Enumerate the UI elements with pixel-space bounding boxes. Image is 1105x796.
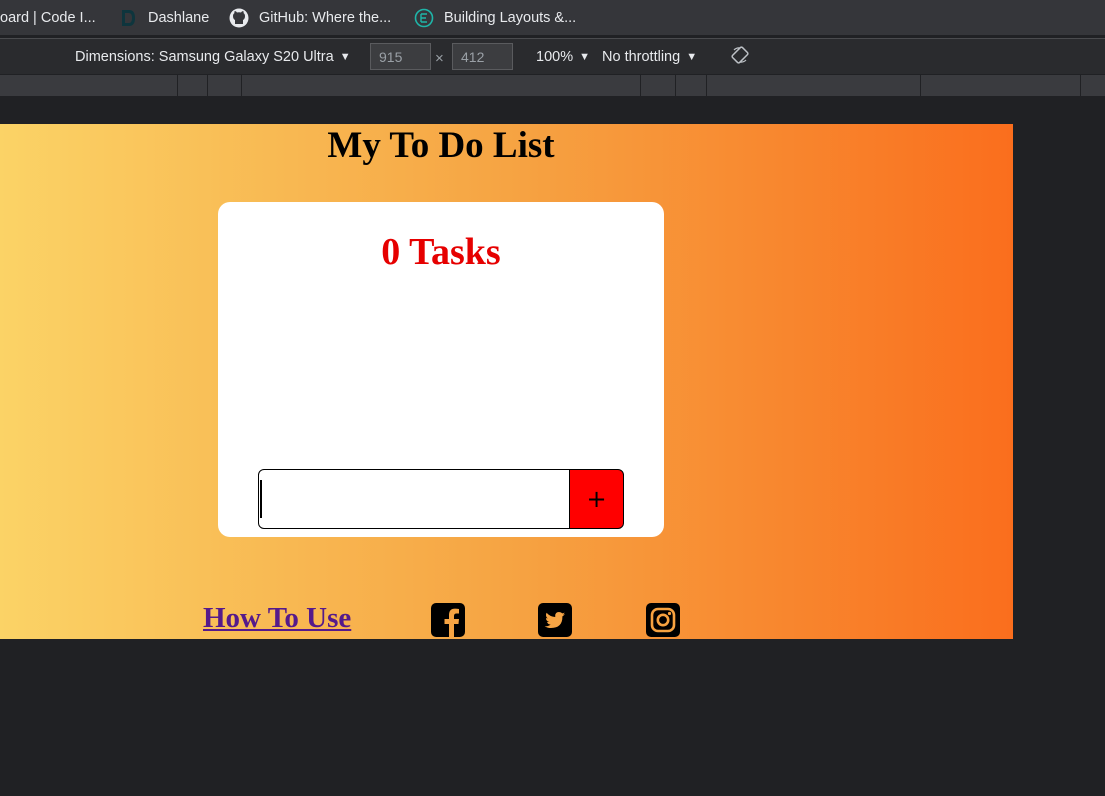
- todo-card: 0 Tasks +: [218, 202, 664, 537]
- task-input[interactable]: [258, 469, 570, 529]
- how-to-use-link[interactable]: How To Use: [203, 602, 351, 635]
- instagram-icon[interactable]: [646, 603, 680, 637]
- bookmark-label: Dashlane: [148, 9, 210, 26]
- chevron-down-icon: ▼: [579, 50, 590, 63]
- page-title: My To Do List: [327, 125, 555, 166]
- bookmark-code-item[interactable]: oard | Code I...: [0, 0, 96, 35]
- ruler-tick: [920, 75, 921, 97]
- ruler-tick: [1080, 75, 1081, 97]
- add-task-button[interactable]: +: [569, 469, 624, 529]
- github-icon: [229, 8, 249, 28]
- page-viewport: My To Do List 0 Tasks + How To Use: [0, 124, 1013, 639]
- times-symbol: ×: [435, 50, 444, 67]
- ruler-tick: [675, 75, 676, 97]
- twitter-icon[interactable]: [538, 603, 572, 637]
- chevron-down-icon: ▼: [339, 50, 351, 63]
- chevron-down-icon: ▼: [686, 50, 698, 63]
- globe-icon: [414, 8, 434, 28]
- device-dimensions-label: Dimensions: Samsung Galaxy S20 Ultra: [75, 48, 334, 65]
- ruler-tick: [177, 75, 178, 97]
- media-query-bar[interactable]: [0, 74, 1105, 97]
- height-input[interactable]: 412: [452, 43, 513, 70]
- device-dimensions-dropdown[interactable]: Dimensions: Samsung Galaxy S20 Ultra ▼: [75, 39, 351, 74]
- throttling-dropdown[interactable]: No throttling ▼: [602, 39, 697, 74]
- bookmark-label: oard | Code I...: [0, 9, 96, 26]
- width-input[interactable]: 915: [370, 43, 431, 70]
- rotate-button[interactable]: [731, 39, 749, 74]
- bookmark-label: Building Layouts &...: [444, 9, 577, 26]
- rotate-icon: [731, 45, 749, 68]
- facebook-icon[interactable]: [431, 603, 465, 637]
- ruler-tick: [706, 75, 707, 97]
- bookmarks-bar: oard | Code I... Dashlane GitHub: Where …: [0, 0, 1105, 35]
- zoom-label: 100%: [536, 48, 574, 65]
- zoom-dropdown[interactable]: 100% ▼: [536, 39, 590, 74]
- task-count: 0 Tasks: [381, 231, 501, 273]
- ruler-tick: [640, 75, 641, 97]
- ruler-tick: [207, 75, 208, 97]
- text-caret: [260, 480, 262, 518]
- bookmark-label: GitHub: Where the...: [259, 9, 392, 26]
- ruler-tick: [241, 75, 242, 97]
- bookmark-building-layouts[interactable]: Building Layouts &...: [414, 0, 576, 35]
- throttling-label: No throttling: [602, 48, 681, 65]
- dashlane-icon: [118, 8, 138, 28]
- device-toolbar: Dimensions: Samsung Galaxy S20 Ultra ▼ 9…: [0, 39, 1105, 74]
- bookmark-dashlane[interactable]: Dashlane: [118, 0, 209, 35]
- bookmark-github[interactable]: GitHub: Where the...: [229, 0, 391, 35]
